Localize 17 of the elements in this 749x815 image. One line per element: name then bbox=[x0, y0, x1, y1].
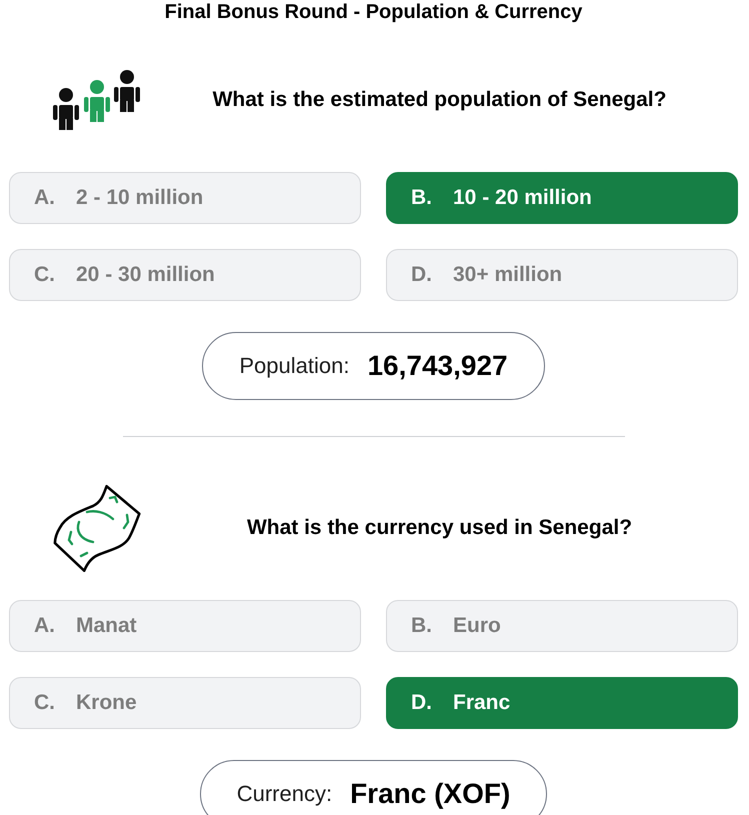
answer-option[interactable]: C. Krone bbox=[9, 677, 361, 729]
answer-option[interactable]: B. Euro bbox=[386, 600, 738, 652]
answer-option[interactable]: D. 30+ million bbox=[386, 249, 738, 301]
result-value: 16,743,927 bbox=[367, 350, 508, 382]
answer-option[interactable]: D. Franc bbox=[386, 677, 738, 729]
question-text: What is the estimated population of Senegal? bbox=[212, 88, 668, 112]
quiz-title: Final Bonus Round - Population & Currency bbox=[164, 0, 582, 24]
result-label: Currency: bbox=[236, 781, 332, 807]
question-text: What is the currency used in Senegal? bbox=[246, 516, 634, 540]
answer-option[interactable]: B. 10 - 20 million bbox=[386, 172, 738, 224]
result-value: Franc (XOF) bbox=[350, 778, 510, 810]
answer-option[interactable]: C. 20 - 30 million bbox=[9, 249, 361, 301]
answer-option[interactable]: A. Manat bbox=[9, 600, 361, 652]
answer-option[interactable]: A. 2 - 10 million bbox=[9, 172, 361, 224]
result-label: Population: bbox=[239, 353, 350, 379]
banknote-icon bbox=[51, 484, 141, 572]
people-icon bbox=[51, 70, 141, 130]
